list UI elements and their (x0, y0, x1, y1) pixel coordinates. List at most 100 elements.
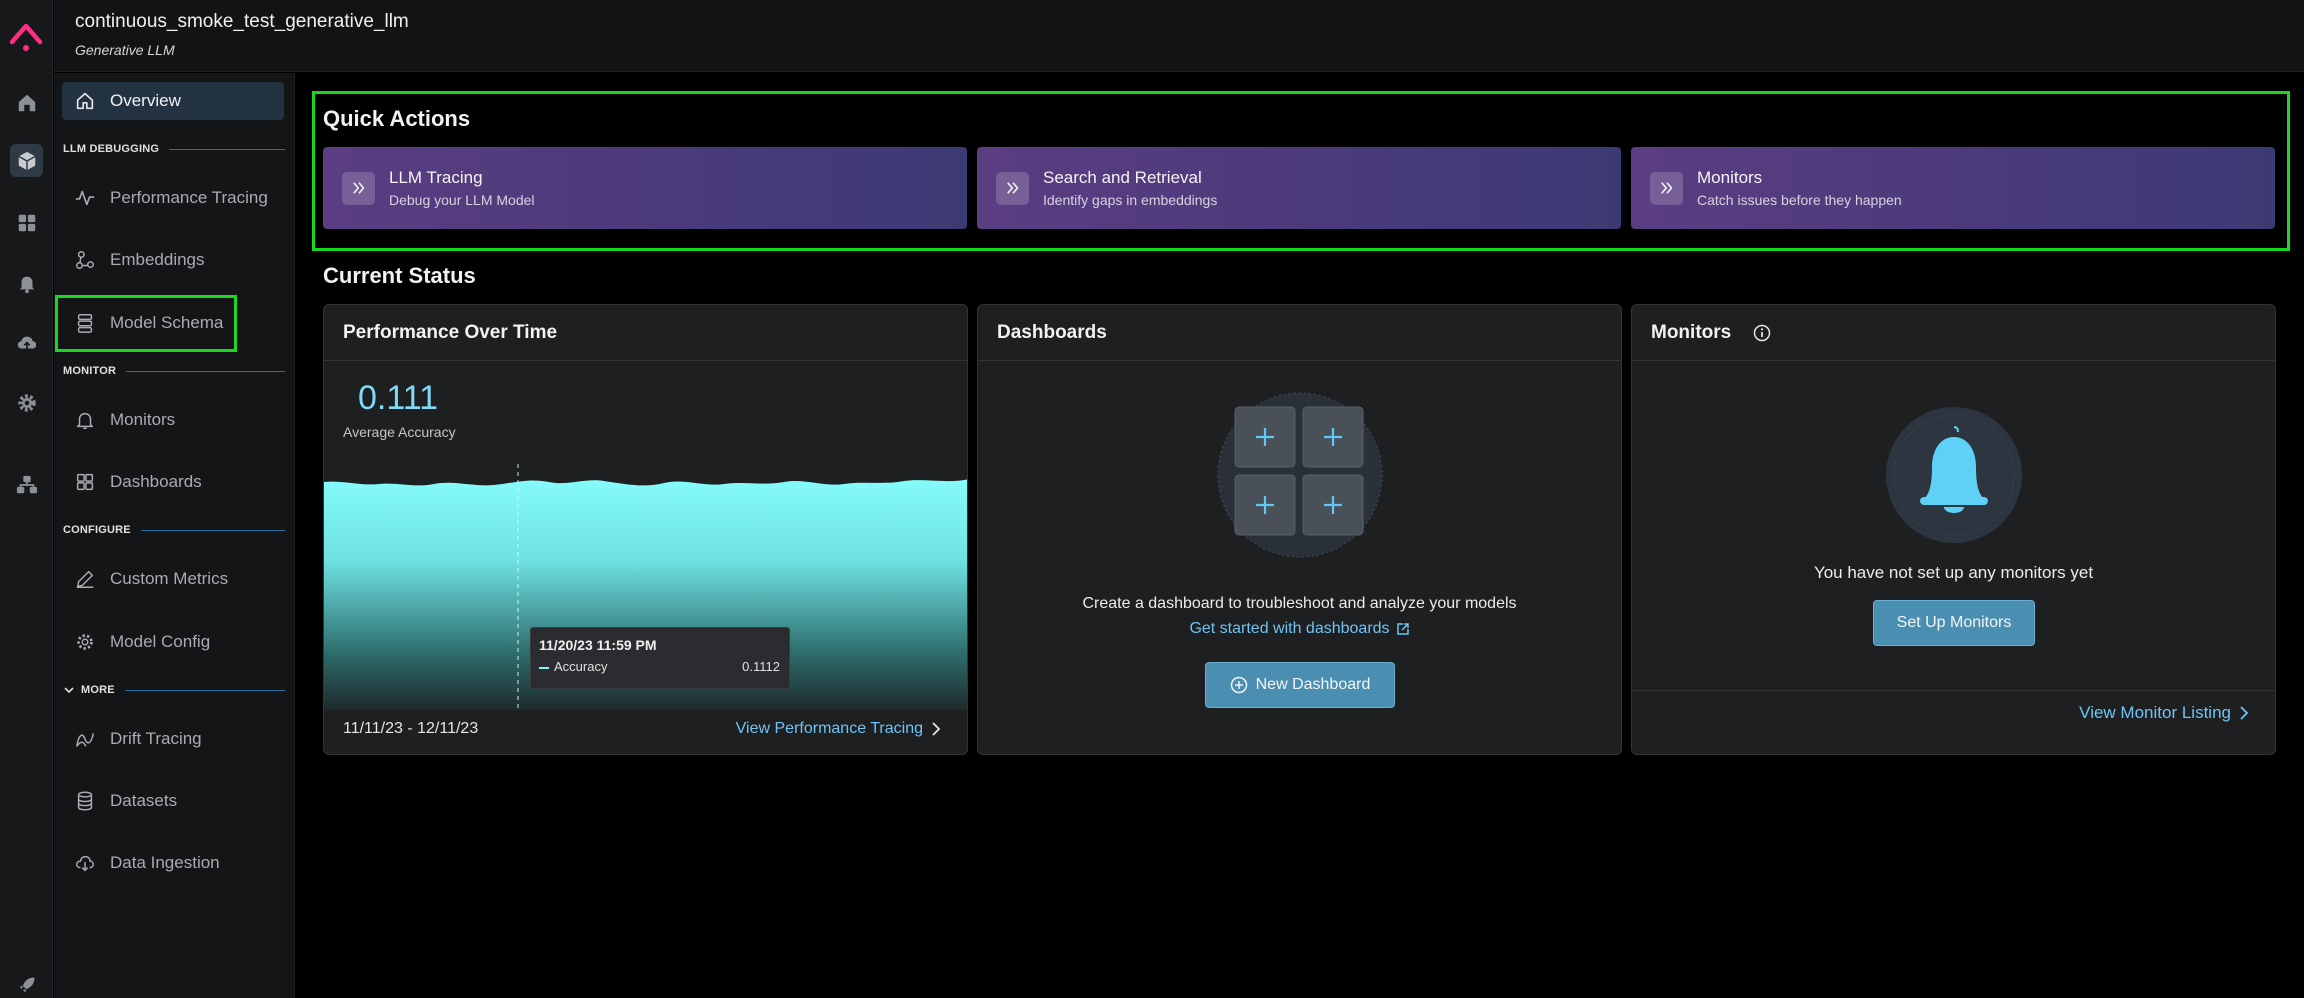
tooltip-series-swatch (539, 667, 549, 669)
drift-icon (72, 726, 98, 752)
highlight-model-schema (55, 295, 237, 352)
chart-tooltip: 11/20/23 11:59 PM Accuracy 0.1112 (530, 627, 790, 689)
model-header: continuous_smoke_test_generative_llm Gen… (54, 0, 2304, 72)
nav-item-label: Performance Tracing (110, 188, 268, 207)
nav-item-embeddings[interactable]: Embeddings (62, 241, 284, 279)
quick-action-monitors[interactable]: Monitors Catch issues before they happen (1631, 147, 2275, 229)
nav-item-label: Embeddings (110, 250, 205, 269)
side-navigation: Overview LLM DEBUGGING Performance Traci… (54, 73, 295, 998)
chevron-right-icon (2239, 706, 2249, 720)
new-dashboard-button[interactable]: New Dashboard (1205, 662, 1395, 708)
panel-title: Monitors (1651, 321, 1732, 343)
models-cube-icon[interactable] (10, 144, 43, 177)
nav-item-custom-metrics[interactable]: Custom Metrics (62, 560, 284, 598)
get-started-dashboards-link[interactable]: Get started with dashboards (978, 620, 1621, 638)
section-divider (169, 148, 285, 150)
nav-item-drift-tracing[interactable]: Drift Tracing (62, 720, 284, 758)
dashboard-grid-icon (72, 469, 98, 495)
chevrons-right-icon (996, 171, 1029, 205)
monitors-panel: Monitors You have not set up any monitor… (1631, 304, 2276, 755)
gear-icon (72, 629, 98, 655)
monitors-empty-message: You have not set up any monitors yet (1813, 563, 2094, 582)
plus-circle-icon (1230, 676, 1248, 694)
view-performance-tracing-link[interactable]: View Performance Tracing (736, 720, 941, 738)
chevron-down-icon (63, 684, 75, 696)
chevrons-right-icon (1650, 171, 1683, 205)
nav-item-data-ingestion[interactable]: Data Ingestion (62, 844, 284, 882)
grid-icon[interactable] (10, 206, 43, 239)
dashboard-placeholder-illustration (1217, 392, 1383, 558)
section-more[interactable]: MORE (63, 683, 285, 697)
quick-action-llm-tracing[interactable]: LLM Tracing Debug your LLM Model (323, 147, 967, 229)
nav-item-model-config[interactable]: Model Config (62, 623, 284, 661)
bell-illustration-icon (1886, 407, 2022, 543)
nav-item-label: Overview (110, 91, 181, 110)
quick-action-title: Search and Retrieval (1043, 168, 1202, 187)
nav-item-label: Monitors (110, 410, 176, 429)
pulse-icon (72, 185, 98, 211)
link-label: View Performance Tracing (735, 720, 923, 737)
home-icon[interactable] (10, 86, 43, 119)
section-divider (124, 689, 285, 691)
tooltip-date: 11/20/23 11:59 PM (539, 637, 657, 653)
rocket-icon[interactable] (10, 968, 43, 998)
nav-item-overview[interactable]: Overview (62, 82, 284, 120)
section-divider (126, 370, 285, 372)
section-monitor: MONITOR (63, 364, 285, 378)
button-label: New Dashboard (1255, 676, 1371, 693)
section-label: LLM DEBUGGING (63, 143, 160, 155)
nav-item-label: Drift Tracing (110, 729, 202, 748)
nav-item-label: Custom Metrics (110, 569, 229, 588)
dashboards-panel: Dashboards Create a dashboard to trouble… (977, 304, 1622, 755)
panel-header: Monitors (1632, 305, 2275, 361)
view-monitor-listing-link[interactable]: View Monitor Listing (2079, 703, 2249, 723)
current-status-title: Current Status (323, 263, 476, 288)
database-icon (72, 788, 98, 814)
bell-outline-icon (72, 407, 98, 433)
quick-action-title: Monitors (1697, 168, 1763, 187)
integrations-icon[interactable] (10, 468, 43, 501)
quick-action-description: Identify gaps in embeddings (1043, 192, 1218, 208)
chevron-right-icon (931, 722, 941, 736)
cloud-download-icon (72, 850, 98, 876)
button-label: Set Up Monitors (1896, 614, 2012, 631)
section-divider (140, 529, 285, 531)
section-label: MORE (81, 684, 115, 696)
arize-logo-icon[interactable] (6, 16, 46, 56)
panel-header: Performance Over Time (324, 305, 967, 361)
chevrons-right-icon (342, 171, 375, 205)
nav-item-label: Model Config (110, 632, 211, 651)
quick-action-search-retrieval[interactable]: Search and Retrieval Identify gaps in em… (977, 147, 1621, 229)
average-accuracy-value: 0.111 (358, 379, 439, 417)
cloud-upload-icon[interactable] (10, 326, 43, 359)
section-label: MONITOR (63, 365, 117, 377)
model-title: continuous_smoke_test_generative_llm (75, 11, 409, 32)
nav-item-monitors[interactable]: Monitors (62, 401, 284, 439)
link-label: Get started with dashboards (1189, 620, 1390, 637)
average-accuracy-label: Average Accuracy (343, 424, 456, 440)
panel-header: Dashboards (978, 305, 1621, 361)
performance-over-time-panel: Performance Over Time 0.111 Average Accu… (323, 304, 968, 755)
quick-action-description: Catch issues before they happen (1697, 192, 1902, 208)
quick-action-title: LLM Tracing (389, 168, 483, 187)
panel-divider (1632, 690, 2275, 691)
external-link-icon (1396, 622, 1410, 636)
tooltip-value: 0.1112 (742, 659, 780, 674)
set-up-monitors-button[interactable]: Set Up Monitors (1873, 600, 2035, 646)
icon-rail (0, 0, 53, 998)
nav-item-label: Data Ingestion (110, 853, 220, 872)
quick-actions-title: Quick Actions (323, 106, 471, 131)
link-label: View Monitor Listing (2079, 703, 2231, 722)
info-icon[interactable] (1753, 324, 1771, 342)
nav-item-datasets[interactable]: Datasets (62, 782, 284, 820)
section-llm-debugging: LLM DEBUGGING (63, 142, 285, 156)
date-range: 11/11/23 - 12/11/23 (343, 720, 479, 737)
settings-icon[interactable] (10, 386, 43, 419)
section-configure: CONFIGURE (63, 523, 285, 537)
nav-item-performance-tracing[interactable]: Performance Tracing (62, 179, 284, 217)
nav-item-dashboards[interactable]: Dashboards (62, 463, 284, 501)
tooltip-metric: Accuracy (554, 659, 608, 674)
model-type-subtitle: Generative LLM (75, 42, 175, 58)
dashboards-empty-message: Create a dashboard to troubleshoot and a… (1082, 595, 1517, 612)
bell-icon[interactable] (10, 266, 43, 299)
